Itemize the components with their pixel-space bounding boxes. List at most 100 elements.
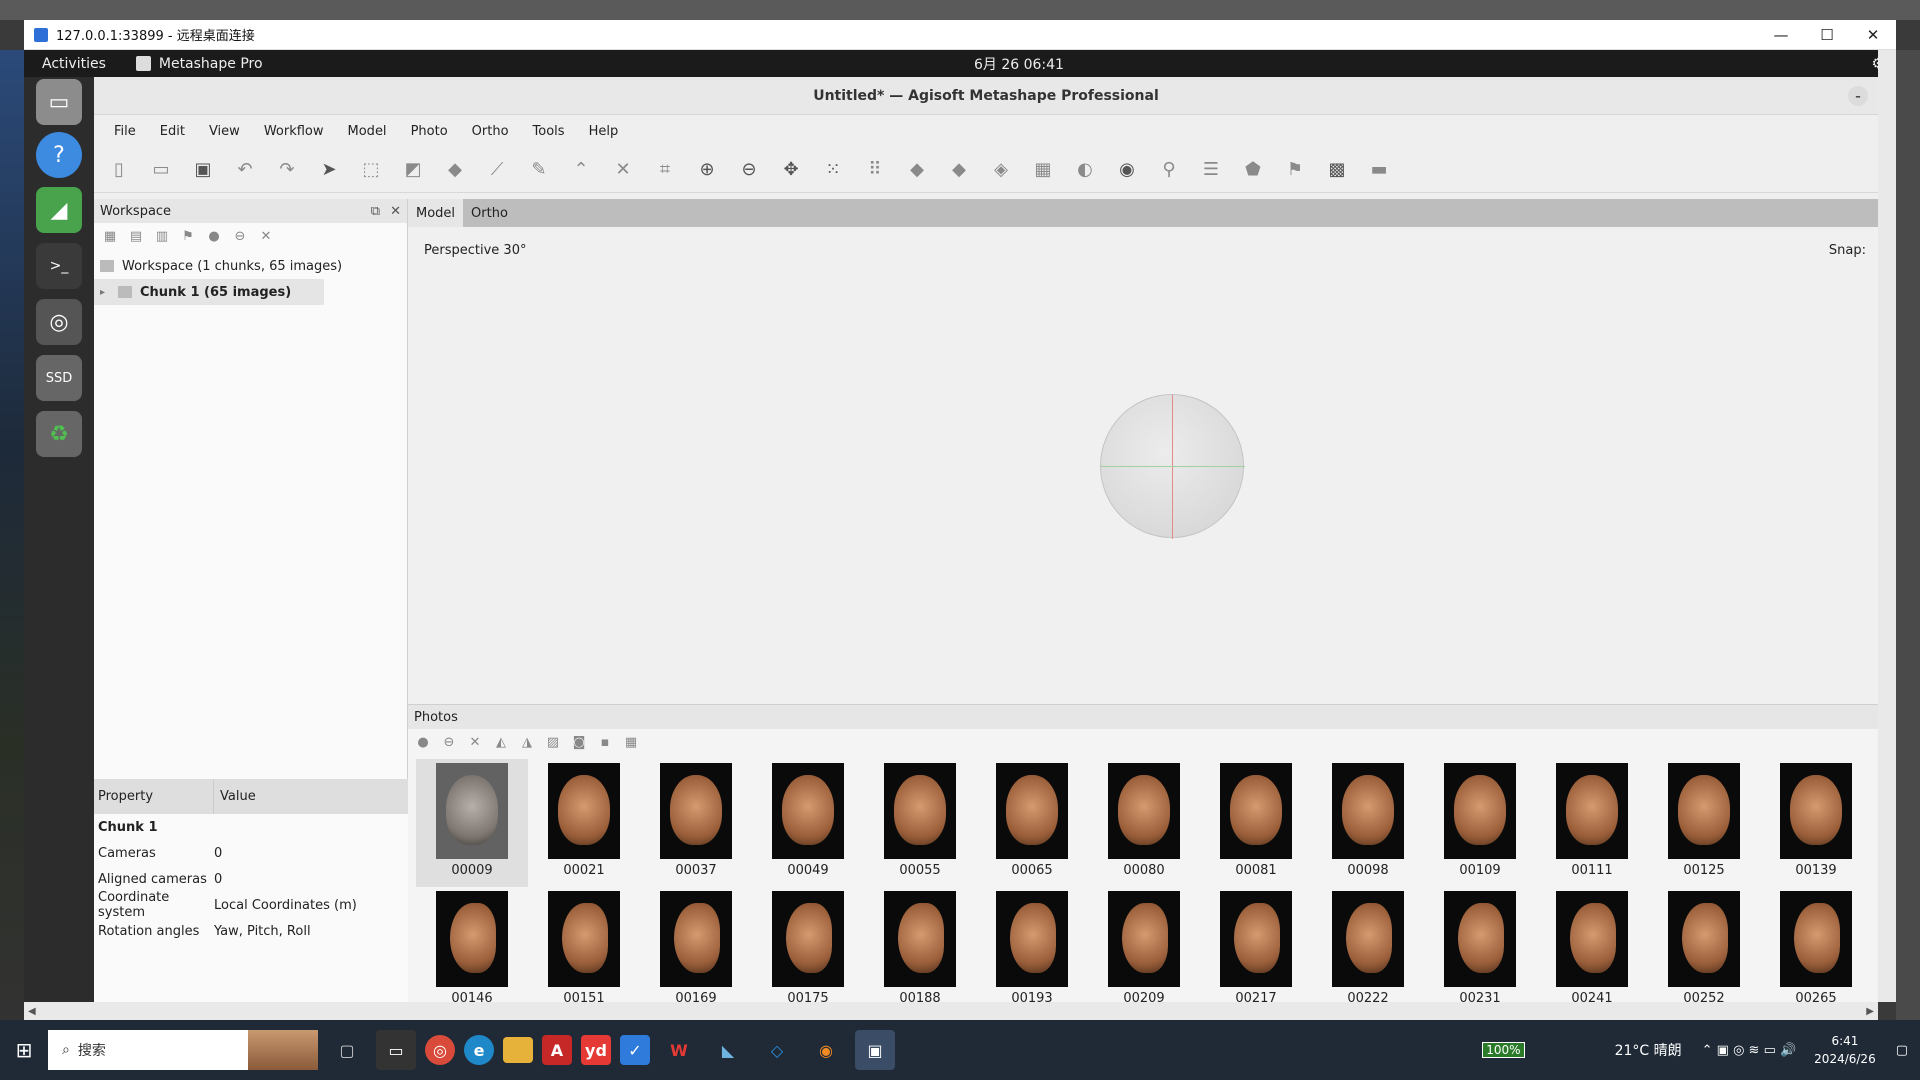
draw-polygon-icon[interactable]: ⌃: [564, 153, 598, 187]
mail-app-icon[interactable]: ✓: [620, 1035, 650, 1065]
photo-thumbnail[interactable]: 00065: [976, 759, 1088, 887]
youdao-icon[interactable]: yd: [581, 1035, 611, 1065]
photo-thumbnail[interactable]: 00188: [864, 887, 976, 1015]
photo-thumbnail[interactable]: 00055: [864, 759, 976, 887]
photo-thumbnail[interactable]: 00217: [1200, 887, 1312, 1015]
photo-thumbnail[interactable]: 00231: [1424, 887, 1536, 1015]
dolphin-app-icon[interactable]: ◣: [708, 1030, 748, 1070]
workspace-root-item[interactable]: Workspace (1 chunks, 65 images): [94, 253, 407, 279]
menu-workflow[interactable]: Workflow: [264, 124, 324, 139]
draw-polyline-icon[interactable]: ✎: [522, 153, 556, 187]
add-folder-icon[interactable]: ▥: [152, 229, 172, 244]
photo-thumbnail[interactable]: 00109: [1424, 759, 1536, 887]
photo-thumbnail[interactable]: 00222: [1312, 887, 1424, 1015]
pdf-reader-icon[interactable]: A: [542, 1035, 572, 1065]
crop-selection-icon[interactable]: ⌗: [648, 153, 682, 187]
horizontal-scrollbar[interactable]: ◀ ▶: [24, 1002, 1878, 1020]
battery-indicator[interactable]: 100%: [1482, 1042, 1525, 1058]
notification-icon[interactable]: ▢: [1896, 1043, 1908, 1058]
weather-widget[interactable]: 21°C 晴朗: [1615, 1040, 1682, 1060]
show-basemap-icon[interactable]: ▬: [1362, 153, 1396, 187]
ruler-icon[interactable]: ⟋: [480, 153, 514, 187]
gnome-clock[interactable]: 6月 26 06:41: [974, 54, 1064, 74]
reset-view-icon[interactable]: ✥: [774, 153, 808, 187]
maximize-button[interactable]: ☐: [1804, 20, 1850, 49]
disable-camera-icon[interactable]: ⊖: [440, 735, 458, 750]
photo-thumbnail[interactable]: 00125: [1648, 759, 1760, 887]
textured-model-icon[interactable]: ◈: [984, 153, 1018, 187]
redo-icon[interactable]: ↷: [270, 153, 304, 187]
file-explorer-icon[interactable]: [503, 1037, 533, 1063]
photo-thumbnail[interactable]: 00241: [1536, 887, 1648, 1015]
close-button[interactable]: ✕: [1850, 20, 1896, 49]
rdp-window-titlebar[interactable]: 127.0.0.1:33899 - 远程桌面连接 — ☐ ✕: [24, 20, 1896, 50]
property-row[interactable]: Aligned cameras 0: [94, 866, 408, 892]
taskbar-search-box[interactable]: ⌕ 搜索: [48, 1030, 318, 1070]
menu-view[interactable]: View: [209, 124, 240, 139]
shaded-model-icon[interactable]: ◆: [900, 153, 934, 187]
trackball-sphere[interactable]: [1100, 394, 1245, 539]
photo-thumbnail[interactable]: 00193: [976, 887, 1088, 1015]
metashape-dock-icon[interactable]: ◢: [36, 187, 82, 233]
menu-edit[interactable]: Edit: [160, 124, 185, 139]
photo-thumbnail[interactable]: 00021: [528, 759, 640, 887]
property-column-header[interactable]: Property: [94, 779, 214, 814]
ssd-drive-icon[interactable]: SSD: [36, 355, 82, 401]
zoom-out-icon[interactable]: ⊖: [732, 153, 766, 187]
remove-icon[interactable]: ✕: [256, 229, 276, 244]
close-panel-icon[interactable]: ✕: [390, 204, 401, 219]
rotate-region-icon[interactable]: ◆: [438, 153, 472, 187]
photo-thumbnail[interactable]: 00209: [1088, 887, 1200, 1015]
dem-icon[interactable]: ◐: [1068, 153, 1102, 187]
zoom-in-icon[interactable]: ⊕: [690, 153, 724, 187]
terminal-taskbar-icon[interactable]: ▭: [376, 1030, 416, 1070]
rotate-left-icon[interactable]: ◭: [492, 735, 510, 750]
add-marker-icon[interactable]: ⚑: [178, 229, 198, 244]
tiled-model-icon[interactable]: ▦: [1026, 153, 1060, 187]
menu-photo[interactable]: Photo: [411, 124, 448, 139]
photo-thumbnail[interactable]: 00111: [1536, 759, 1648, 887]
edge-icon[interactable]: e: [464, 1035, 494, 1065]
show-shapes-icon[interactable]: ☰: [1194, 153, 1228, 187]
property-row[interactable]: Rotation angles Yaw, Pitch, Roll: [94, 918, 408, 944]
menu-help[interactable]: Help: [589, 124, 619, 139]
solid-model-icon[interactable]: ◆: [942, 153, 976, 187]
photo-thumbnail[interactable]: 00151: [528, 887, 640, 1015]
menu-tools[interactable]: Tools: [533, 124, 565, 139]
vscode-icon[interactable]: ◇: [757, 1030, 797, 1070]
menu-file[interactable]: File: [114, 124, 136, 139]
scroll-right-arrow-icon[interactable]: ▶: [1866, 1006, 1874, 1017]
remove-camera-icon[interactable]: ✕: [466, 735, 484, 750]
chunk-item[interactable]: ▸ Chunk 1 (65 images): [94, 279, 324, 305]
taskbar-clock[interactable]: 6:41 2024/6/26: [1814, 1032, 1876, 1068]
blender-icon[interactable]: ◉: [806, 1030, 846, 1070]
rotate-right-icon[interactable]: ◮: [518, 735, 536, 750]
photo-thumbnail[interactable]: 00080: [1088, 759, 1200, 887]
enable-icon[interactable]: ●: [204, 229, 224, 244]
photo-thumbnail[interactable]: 00146: [416, 887, 528, 1015]
app-menu[interactable]: Metashape Pro: [135, 56, 263, 72]
add-photos-icon[interactable]: ▤: [126, 229, 146, 244]
disc-icon[interactable]: ◎: [36, 299, 82, 345]
reset-filter-icon[interactable]: ▨: [544, 735, 562, 750]
save-icon[interactable]: ▣: [186, 153, 220, 187]
reset-mask-icon[interactable]: ◙: [570, 735, 588, 750]
tab-model[interactable]: Model: [408, 199, 464, 227]
scroll-left-arrow-icon[interactable]: ◀: [28, 1006, 36, 1017]
files-icon[interactable]: ▭: [36, 79, 82, 125]
remote-desktop-icon[interactable]: ▣: [855, 1030, 895, 1070]
photo-thumbnail[interactable]: 00252: [1648, 887, 1760, 1015]
photo-thumbnail[interactable]: 00098: [1312, 759, 1424, 887]
trash-icon[interactable]: ♻: [36, 411, 82, 457]
task-view-icon[interactable]: ▢: [327, 1030, 367, 1070]
show-cameras-icon[interactable]: ◉: [1110, 153, 1144, 187]
photo-thumbnail[interactable]: 00009: [416, 759, 528, 887]
disable-icon[interactable]: ⊖: [230, 229, 250, 244]
wps-icon[interactable]: W: [659, 1030, 699, 1070]
terminal-icon[interactable]: >_: [36, 243, 82, 289]
view-icon[interactable]: ▪: [596, 735, 614, 750]
add-chunk-icon[interactable]: ▦: [100, 229, 120, 244]
photo-thumbnail[interactable]: 00139: [1760, 759, 1872, 887]
menu-ortho[interactable]: Ortho: [472, 124, 509, 139]
windows-start-icon[interactable]: ⊞: [0, 1020, 48, 1080]
